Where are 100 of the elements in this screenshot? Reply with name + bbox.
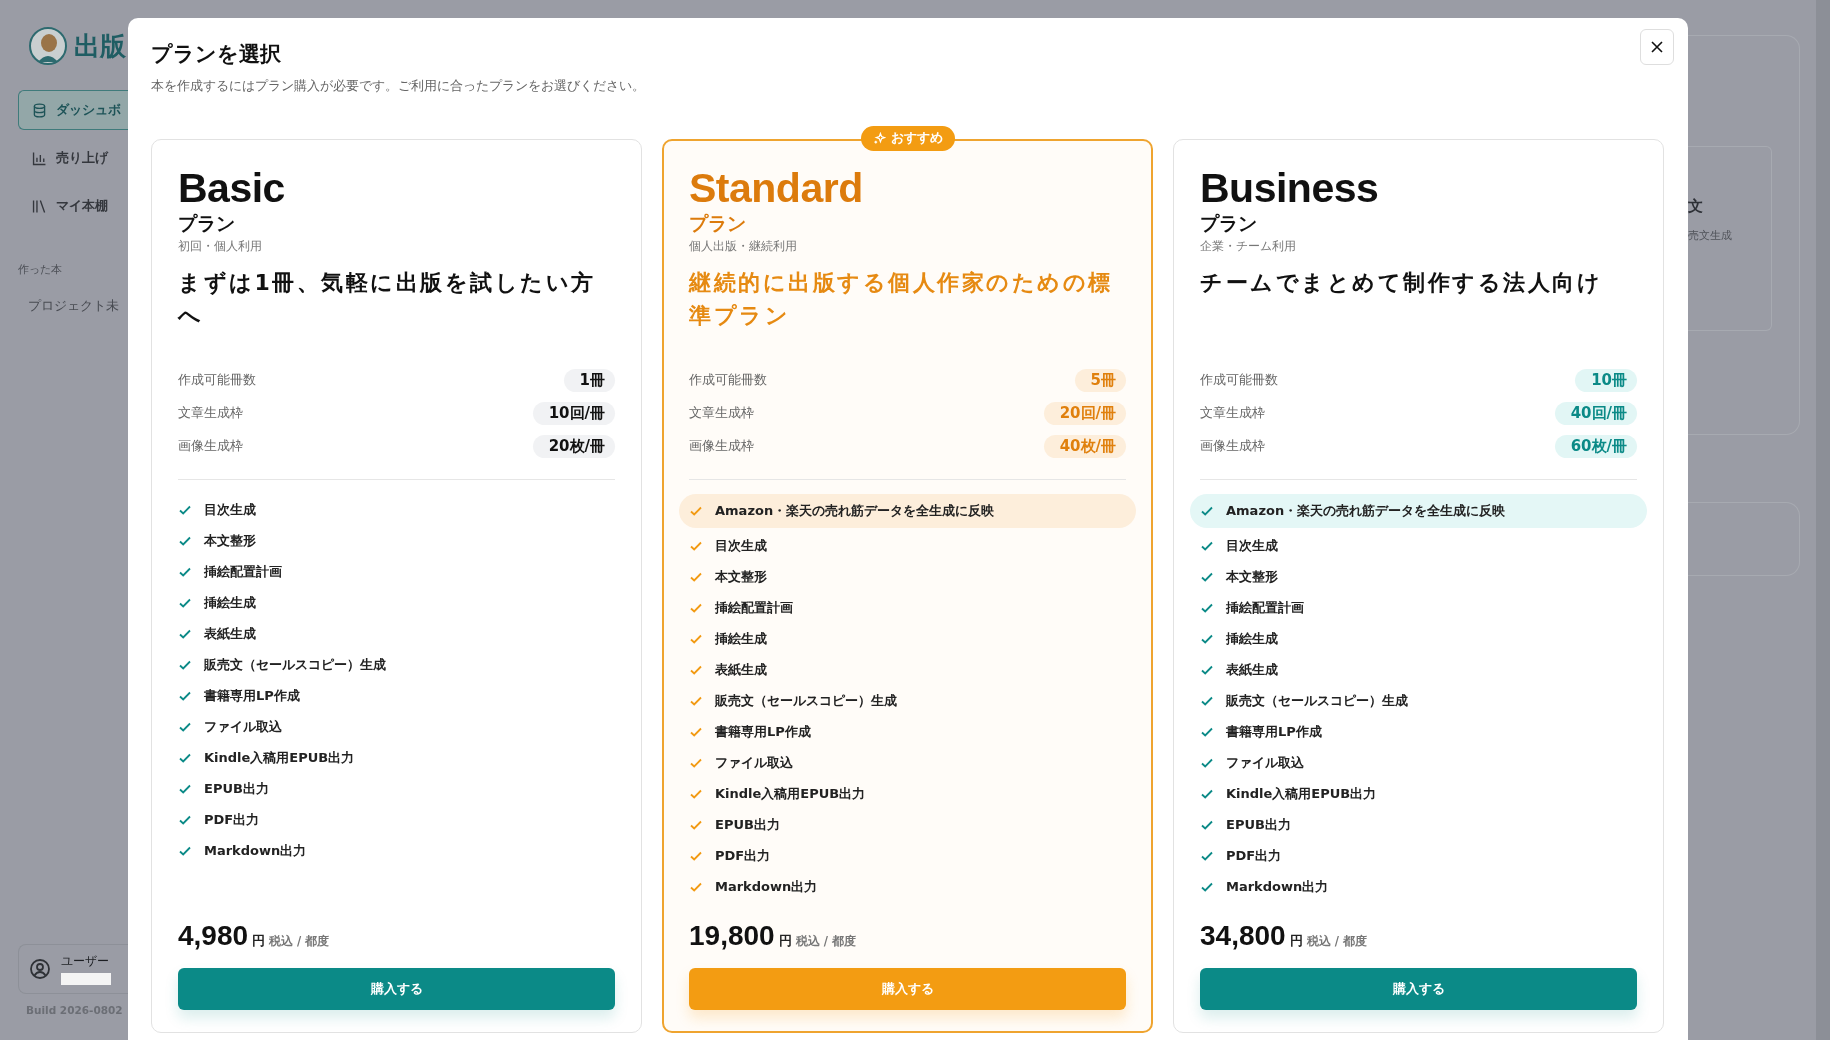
price-note: 税込 / 都度	[1306, 934, 1367, 949]
feature-item: 書籍専用LP作成	[1200, 716, 1637, 747]
nav-item[interactable]: ダッシュボ	[18, 90, 128, 130]
feature-item: 販売文（セールスコピー）生成	[178, 649, 615, 680]
feature-item: 挿絵生成	[1200, 623, 1637, 654]
recommended-badge: おすすめ	[860, 126, 955, 151]
price-amount: 4,980	[178, 920, 249, 952]
nav-item[interactable]: マイ本棚	[18, 186, 128, 226]
feature-item: 挿絵配置計画	[689, 592, 1126, 623]
feature-item: 目次生成	[1200, 530, 1637, 561]
database-icon	[31, 101, 48, 119]
close-button[interactable]	[1640, 29, 1674, 65]
dialog-title: プランを選択	[151, 41, 281, 68]
plan-audience: 企業・チーム利用	[1200, 239, 1297, 254]
feature-item: 挿絵配置計画	[1200, 592, 1637, 623]
sparkle-icon	[872, 132, 886, 145]
logo-text: 出版	[74, 29, 126, 63]
plan-tagline: チームでまとめて制作する法人向け	[1200, 269, 1603, 297]
user-icon	[29, 958, 51, 980]
price-currency: 円	[252, 932, 266, 950]
plan-audience: 初回・個人利用	[178, 239, 263, 254]
check-icon	[689, 504, 703, 518]
feature-item: EPUB出力	[178, 773, 615, 804]
user-label: ユーザー	[61, 953, 110, 970]
feature-item: PDF出力	[1200, 840, 1637, 871]
plan-tagline: まずは1冊、気軽に出版を試したい方へ	[178, 269, 597, 330]
spec-value: 40回/冊	[1554, 402, 1637, 425]
feature-item: 挿絵生成	[689, 623, 1126, 654]
spec-value: 10回/冊	[532, 402, 615, 425]
feature-item: 書籍専用LP作成	[689, 716, 1126, 747]
plan-suffix: プラン	[689, 211, 747, 236]
feature-item: Markdown出力	[1200, 871, 1637, 902]
plan-name: Business	[1200, 168, 1380, 209]
price-currency: 円	[1289, 932, 1303, 950]
price-amount: 34,800	[1200, 920, 1286, 952]
spec-label: 文章生成枠	[1200, 405, 1265, 422]
plan-name: Basic	[178, 168, 286, 209]
spec-label: 作成可能冊数	[689, 372, 767, 389]
purchase-button[interactable]: 購入する	[1200, 968, 1637, 1010]
plan-name: Standard	[689, 168, 864, 209]
feature-item: ファイル取込	[689, 747, 1126, 778]
feature-item: PDF出力	[689, 840, 1126, 871]
feature-item: Kindle入稿用EPUB出力	[1200, 778, 1637, 809]
card-title: 文	[1688, 197, 1704, 216]
section-title: 作った本	[18, 262, 63, 277]
spec-value: 10冊	[1575, 369, 1637, 392]
feature-item: 販売文（セールスコピー）生成	[689, 685, 1126, 716]
plan-suffix: プラン	[178, 211, 236, 236]
price-note: 税込 / 都度	[269, 934, 330, 949]
spec-label: 作成可能冊数	[1200, 372, 1278, 389]
feature-item: Markdown出力	[178, 835, 615, 866]
spec-value: 20回/冊	[1043, 402, 1126, 425]
feature-item: Kindle入稿用EPUB出力	[178, 742, 615, 773]
feature-item: 本文整形	[1200, 561, 1637, 592]
spec-value: 20枚/冊	[532, 435, 615, 458]
purchase-button[interactable]: 購入する	[689, 968, 1126, 1010]
spec-label: 文章生成枠	[689, 405, 754, 422]
feature-item: ファイル取込	[178, 711, 615, 742]
feature-item: Markdown出力	[689, 871, 1126, 902]
feature-item: 目次生成	[689, 530, 1126, 561]
spec-label: 文章生成枠	[178, 405, 243, 422]
plan-suffix: プラン	[1200, 211, 1258, 236]
feature-item: 本文整形	[689, 561, 1126, 592]
spec-value: 1冊	[563, 369, 615, 392]
logo-icon	[28, 26, 68, 66]
plan-tagline: 継続的に出版する個人作家のための標準プラン	[689, 269, 1114, 330]
project-item[interactable]: プロジェクト未	[18, 297, 128, 315]
feature-item: 表紙生成	[689, 654, 1126, 685]
feature-item: ファイル取込	[1200, 747, 1637, 778]
spec-value: 5冊	[1074, 369, 1126, 392]
card-subtitle: 売文生成	[1688, 228, 1733, 243]
spec-value: 60枚/冊	[1554, 435, 1637, 458]
spec-value: 40枚/冊	[1043, 435, 1126, 458]
plan-audience: 個人出版・継続利用	[689, 239, 798, 254]
check-icon	[1200, 504, 1214, 518]
price-currency: 円	[778, 932, 792, 950]
feature-item: 挿絵配置計画	[178, 556, 615, 587]
redaction-bar	[61, 973, 111, 985]
feature-item: 本文整形	[178, 525, 615, 556]
nav-item[interactable]: 売り上げ	[18, 138, 128, 178]
purchase-button[interactable]: 購入する	[178, 968, 615, 1010]
feature-item: 販売文（セールスコピー）生成	[1200, 685, 1637, 716]
feature-item: EPUB出力	[1200, 809, 1637, 840]
feature-item: 挿絵生成	[178, 587, 615, 618]
feature-item: 書籍専用LP作成	[178, 680, 615, 711]
feature-item: EPUB出力	[689, 809, 1126, 840]
feature-item: Kindle入稿用EPUB出力	[689, 778, 1126, 809]
spec-label: 作成可能冊数	[178, 372, 256, 389]
user-card[interactable]: ユーザー	[18, 944, 128, 994]
spec-label: 画像生成枠	[178, 438, 243, 455]
dialog-subtitle: 本を作成するにはプラン購入が必要です。ご利用に合ったプランをお選びください。	[151, 78, 646, 95]
feature-item: 目次生成	[178, 494, 615, 525]
price-amount: 19,800	[689, 920, 775, 952]
spec-label: 画像生成枠	[1200, 438, 1265, 455]
feature-item: 表紙生成	[178, 618, 615, 649]
highlighted-feature: Amazon・楽天の売れ筋データを全生成に反映	[1190, 494, 1647, 528]
feature-item: PDF出力	[178, 804, 615, 835]
price-note: 税込 / 都度	[795, 934, 856, 949]
close-icon	[1650, 40, 1664, 54]
books-icon	[31, 197, 48, 215]
